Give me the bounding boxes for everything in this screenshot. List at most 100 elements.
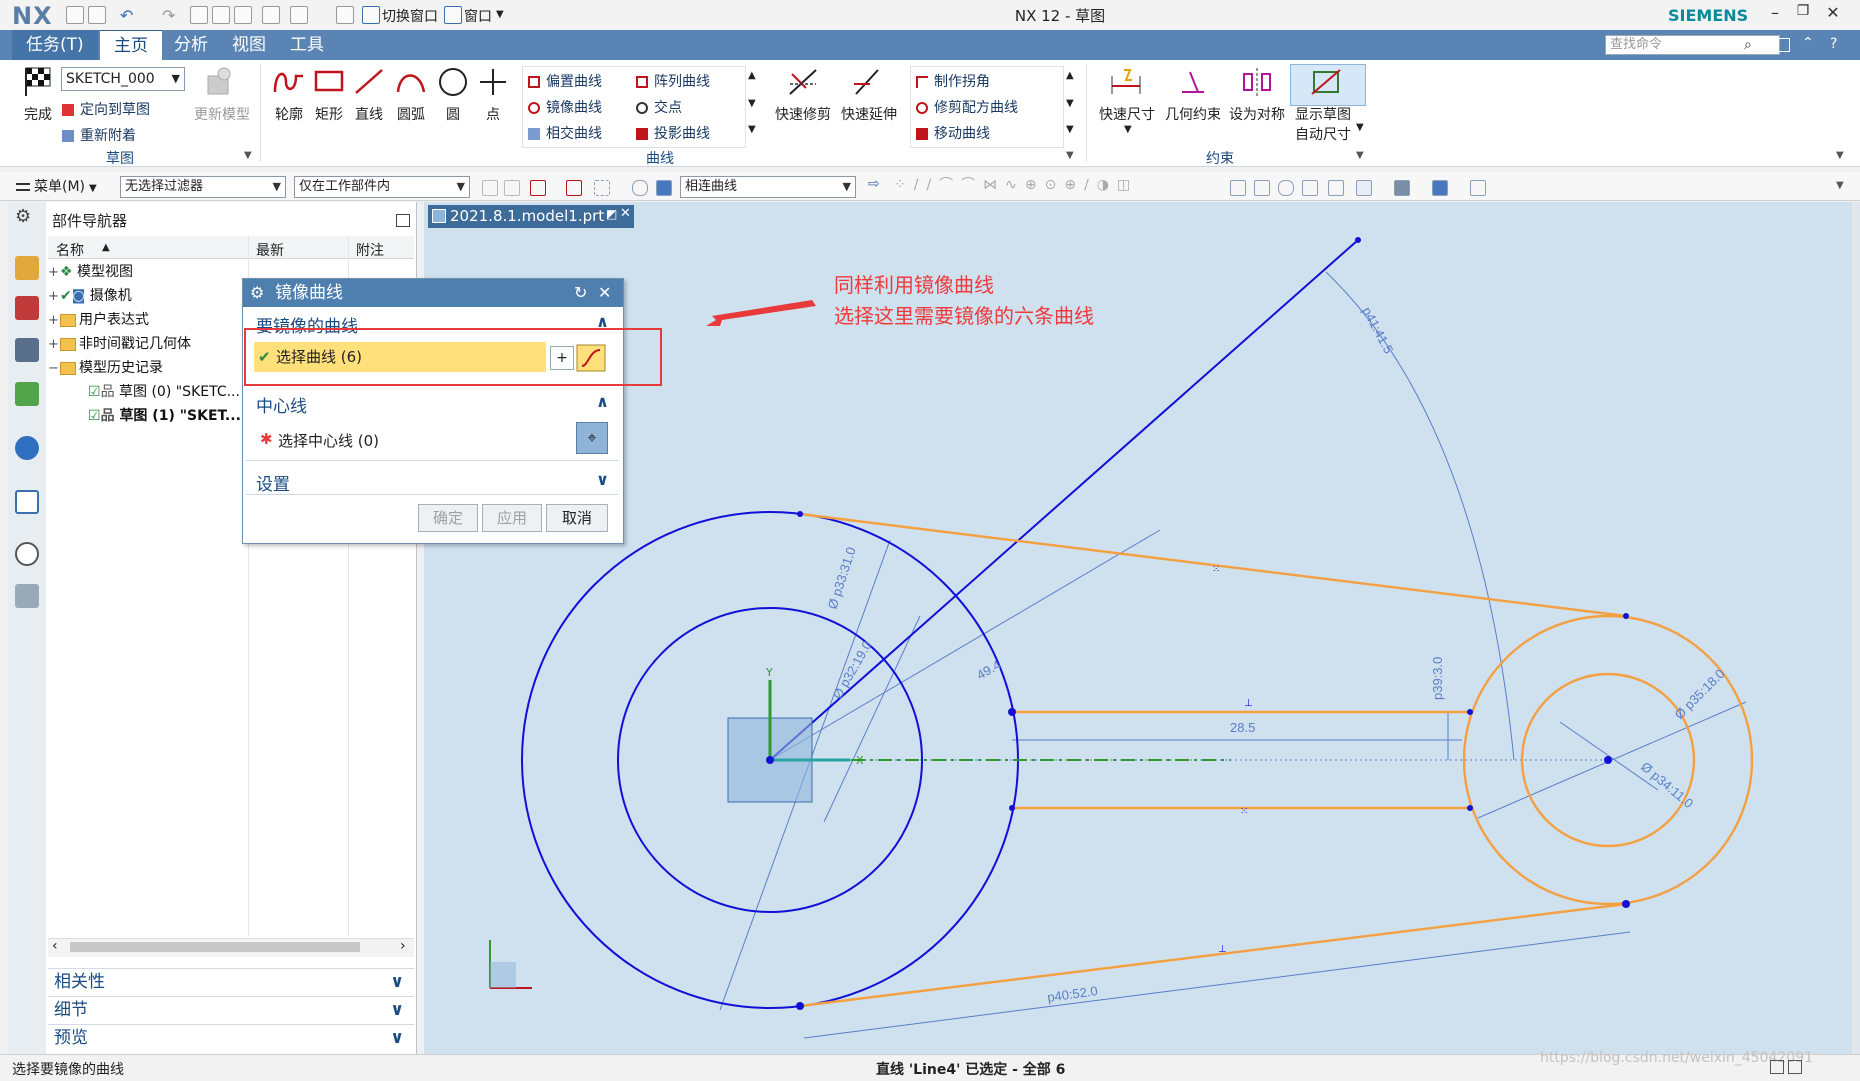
select-feature-icon[interactable] [530,180,546,196]
profile-button[interactable]: 轮廓 [270,104,308,124]
move-curve-button[interactable]: 移动曲线 [916,123,990,143]
pan-icon[interactable] [1302,180,1318,196]
web-browser-icon[interactable] [15,490,39,514]
trim-recipe-curve-button[interactable]: 修剪配方曲线 [916,97,1018,117]
geometric-constraint-icon[interactable] [1176,66,1210,98]
quick-trim-button[interactable]: 快速修剪 [770,104,836,124]
expand-icon[interactable]: + [48,333,60,357]
tab-pin-icon[interactable]: ◩ [606,207,617,221]
tab-home[interactable]: 主页 [100,30,162,62]
tree-item-cameras[interactable]: +✔◙ 摄像机 [48,284,248,308]
status-window-icon[interactable] [1788,1060,1802,1074]
snap-point-icons[interactable]: ⁘∕∕⌒⌒⋈∿⊕⊙⊕∕◑◫ [894,174,1138,194]
column-name[interactable]: 名称 [56,240,84,260]
point-button[interactable]: 点 [474,104,512,124]
close-window-icon[interactable]: ✕ [1822,3,1844,25]
minimize-icon[interactable]: – [1764,3,1786,25]
tab-analysis[interactable]: 分析 [160,30,222,60]
edit-gallery-down-icon[interactable]: ▼ [1066,98,1074,109]
undo-icon[interactable]: ↶ [120,6,133,25]
centerline-selector-icon[interactable]: ⌖ [576,422,608,454]
ribbon-options-icon[interactable] [1776,38,1790,52]
tree-item-sketch-0[interactable]: ☑品 草图 (0) "SKETC... [88,380,248,404]
intersect-curve-button[interactable]: 相交曲线 [528,123,602,143]
curve-rule-select[interactable]: 相连曲线 ▼ [680,176,856,198]
select-intent-icon[interactable] [566,180,582,196]
column-latest[interactable]: 最新 [256,240,284,260]
constraint-group-more-icon[interactable]: ▼ [1356,150,1364,161]
orient-view-icon[interactable] [1432,180,1448,196]
checkbox-checked-icon[interactable]: ☑ [88,384,101,400]
show-sketch-chevron-icon[interactable]: ▼ [1356,122,1364,133]
point-icon[interactable] [476,66,510,96]
arc-button[interactable]: 圆弧 [392,104,430,124]
status-flag-icon[interactable] [1770,1060,1784,1074]
column-notes[interactable]: 附注 [356,240,384,260]
switch-window-button[interactable]: 切换窗口 [382,6,438,26]
line-icon[interactable] [352,66,386,96]
tree-item-model-history[interactable]: − 模型历史记录 [48,356,248,380]
close-tab-icon[interactable]: ✕ [620,206,631,221]
window-menu-chevron-icon[interactable]: ▼ [496,9,504,20]
tree-item-unused-items[interactable]: + 非时间戳记几何体 [48,332,248,356]
redo-icon[interactable]: ↷ [162,6,175,25]
auto-dimension-label[interactable]: 自动尺寸 [1290,124,1356,144]
touch-mode-icon[interactable] [336,6,354,24]
reset-icon[interactable]: ↻ [574,283,587,302]
rapid-dimension-button[interactable]: 快速尺寸 [1096,104,1158,124]
tab-tools[interactable]: 工具 [276,30,338,60]
print-icon[interactable] [262,6,280,24]
edit-gallery-up-icon[interactable]: ▲ [1066,70,1074,81]
circle-icon[interactable] [436,66,470,96]
show-sketch-button[interactable]: 显示草图 [1290,104,1356,124]
make-corner-button[interactable]: 制作拐角 [916,71,990,91]
fit-view-icon[interactable] [1230,180,1246,196]
accordion-preview[interactable]: 预览 ∨ [48,1024,414,1050]
collapse-icon[interactable]: − [48,357,60,381]
collapse-ribbon-icon[interactable]: ⌃ [1802,35,1814,51]
select-solid-icon[interactable] [656,180,672,196]
rapid-dimension-chevron-icon[interactable]: ▼ [1124,124,1132,135]
settings-gear-icon[interactable]: ⚙ [15,206,31,227]
mirror-curve-button[interactable]: 镜像曲线 [528,97,602,117]
line-button[interactable]: 直线 [350,104,388,124]
intersection-point-button[interactable]: 交点 [636,97,682,117]
project-curve-button[interactable]: 投影曲线 [636,123,710,143]
quick-trim-icon[interactable] [786,66,820,98]
zoom-icon[interactable] [1254,180,1270,196]
save-all-icon[interactable] [88,6,106,24]
gallery-down-icon[interactable]: ▼ [748,98,756,109]
repeat-command-icon[interactable] [290,6,308,24]
menu-button[interactable]: 菜单(M) ▼ [16,176,112,198]
roles-icon[interactable] [15,584,39,608]
orient-to-sketch-button[interactable]: 定向到草图 [62,99,150,119]
rectangle-icon[interactable] [312,66,346,96]
tree-item-sketch-1[interactable]: ☑品 草图 (1) "SKET... [88,404,248,428]
assembly-navigator-icon[interactable] [15,256,39,280]
show-sketch-auto-dims-icon[interactable] [1308,66,1344,98]
sort-ascending-icon[interactable]: ▲ [102,242,110,253]
stop-at-intersection-icon[interactable]: ⇨ [868,176,880,192]
reattach-button[interactable]: 重新附着 [62,125,136,145]
expand-icon[interactable]: + [48,285,60,309]
section-centerline[interactable]: 中心线 [256,392,307,417]
scroll-left-icon[interactable]: ‹ [52,938,58,954]
info-icon[interactable] [15,436,39,460]
show-hide-icon[interactable] [1470,180,1486,196]
file-tab[interactable]: 2021.8.1.model1.prt [428,205,634,228]
expand-icon[interactable]: + [48,309,60,333]
curve-group-more-icon[interactable]: ▼ [1066,150,1074,161]
dialog-gear-icon[interactable]: ⚙ [250,283,264,302]
ok-button[interactable]: 确定 [418,504,478,532]
history-clock-icon[interactable] [15,542,39,566]
tab-view[interactable]: 视图 [218,30,280,60]
panel-maximize-icon[interactable] [396,214,410,227]
tab-task[interactable]: 任务(T) [12,30,98,60]
chevron-down-icon[interactable]: ∨ [596,470,609,489]
offset-curve-button[interactable]: 偏置曲线 [528,71,602,91]
rotate-icon[interactable] [1278,180,1294,196]
make-symmetric-button[interactable]: 设为对称 [1226,104,1288,124]
help-icon[interactable]: ? [1830,36,1837,52]
paste-icon[interactable] [234,6,252,24]
reuse-library-icon[interactable] [15,382,39,406]
